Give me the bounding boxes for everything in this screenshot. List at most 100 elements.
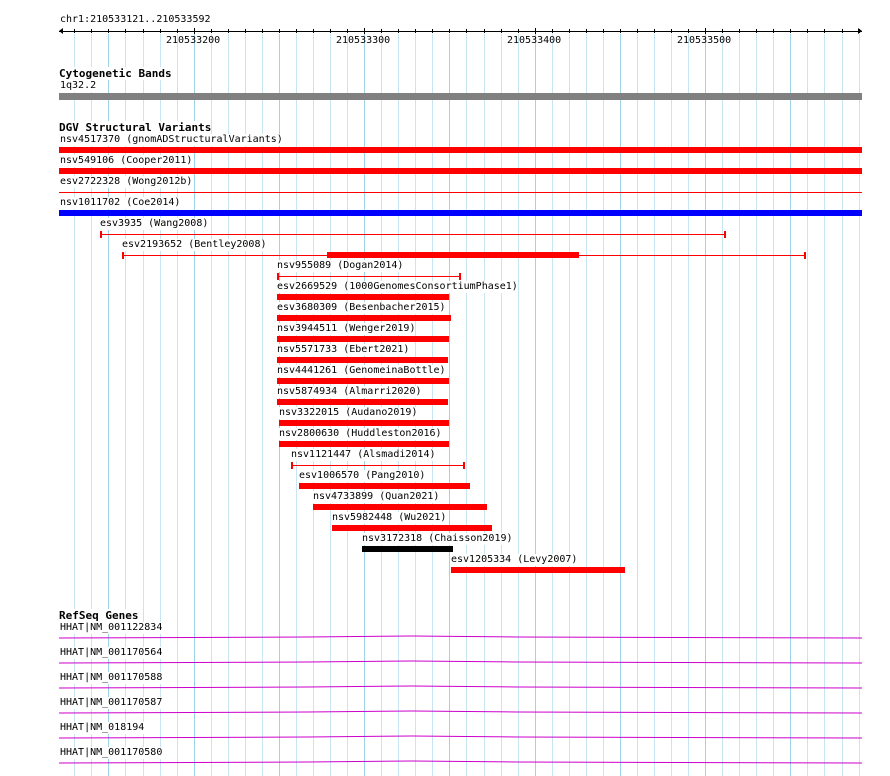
ruler-minor-tick [586,29,587,33]
ruler-minor-tick [125,29,126,33]
dgv-feature-bar[interactable] [277,378,449,384]
ruler-minor-tick [296,29,297,33]
dgv-feature-label: nsv4441261 (GenomeinaBottle) [277,365,446,377]
ruler-minor-tick [211,29,212,33]
ruler-minor-tick [177,29,178,33]
ruler-minor-tick [842,29,843,33]
dgv-feature-bar[interactable] [59,168,862,174]
dgv-feature-line[interactable] [291,465,465,466]
ruler-minor-tick [739,29,740,33]
ruler-minor-tick [347,29,348,33]
dgv-track-title: DGV Structural Variants [59,121,212,134]
dgv-feature-start-cap [122,252,124,259]
dgv-feature-end-cap [463,462,465,469]
dgv-feature-label: esv1006570 (Pang2010) [299,470,426,482]
ruler-minor-tick [620,29,621,33]
dgv-feature-label: nsv955089 (Dogan2014) [277,260,404,272]
ruler-minor-tick [859,29,860,33]
dgv-feature-bar[interactable] [451,567,625,573]
dgv-feature-bar[interactable] [332,525,492,531]
dgv-feature-label: esv2193652 (Bentley2008) [122,239,267,251]
dgv-feature-label: nsv5874934 (Almarri2020) [277,386,422,398]
refseq-gene-label: HHAT|NM_001122834 [60,622,163,634]
ruler-minor-tick [313,29,314,33]
ruler-minor-tick [552,29,553,33]
ruler-minor-tick [91,29,92,33]
dgv-feature-line[interactable] [277,276,461,277]
dgv-feature-label: nsv2800630 (Huddleston2016) [279,428,442,440]
refseq-gene-intron[interactable] [59,659,862,665]
ruler-minor-tick [143,29,144,33]
ruler-minor-tick [330,29,331,33]
dgv-feature-label: nsv549106 (Cooper2011) [60,155,193,167]
dgv-feature-bar[interactable] [279,420,449,426]
ruler-minor-tick [654,29,655,33]
dgv-feature-label: nsv3172318 (Chaisson2019) [362,533,513,545]
dgv-feature-bar[interactable] [277,336,449,342]
dgv-feature-bar[interactable] [313,504,487,510]
ruler-major-tick [364,28,365,34]
dgv-feature-end-cap [804,252,806,259]
refseq-gene-intron[interactable] [59,709,862,715]
dgv-feature-label: nsv5982448 (Wu2021) [332,512,447,524]
dgv-feature-end-cap [724,231,726,238]
ruler-minor-tick [228,29,229,33]
ruler-major-tick [535,28,536,34]
ruler-tick-label: 210533300 [336,35,391,46]
dgv-feature-start-cap [277,273,279,280]
dgv-feature-label: esv2669529 (1000GenomesConsortiumPhase1) [277,281,518,293]
ruler-minor-tick [262,29,263,33]
ruler-minor-tick [603,29,604,33]
ruler-minor-tick [279,29,280,33]
dgv-feature-end-cap [459,273,461,280]
dgv-feature-thick-segment[interactable] [327,252,579,258]
ruler-minor-tick [722,29,723,33]
dgv-feature-line[interactable] [100,234,726,235]
ruler-minor-tick [688,29,689,33]
cytoband-label: 1q32.2 [60,80,97,92]
ruler-minor-tick [671,29,672,33]
ruler-tick-label: 210533200 [166,35,221,46]
ruler-minor-tick [381,29,382,33]
ruler-minor-tick [415,29,416,33]
ruler-line [59,31,862,32]
dgv-feature-label: esv2722328 (Wong2012b) [60,176,193,188]
dgv-feature-bar[interactable] [277,357,448,363]
ruler-minor-tick [432,29,433,33]
ruler-minor-tick [484,29,485,33]
ruler-tick-label: 210533500 [677,35,732,46]
refseq-track-title: RefSeq Genes [59,609,139,622]
dgv-feature-bar[interactable] [59,147,862,153]
ruler-minor-tick [824,29,825,33]
dgv-feature-label: esv3935 (Wang2008) [100,218,209,230]
dgv-feature-bar[interactable] [277,399,448,405]
refseq-gene-intron[interactable] [59,684,862,690]
cytoband-bar[interactable] [59,93,862,100]
refseq-gene-intron[interactable] [59,734,862,740]
dgv-feature-label: esv1205334 (Levy2007) [451,554,578,566]
refseq-gene-label: HHAT|NM_001170580 [60,747,163,759]
refseq-gene-label: HHAT|NM_001170587 [60,697,163,709]
ruler-minor-tick [756,29,757,33]
dgv-feature-bar[interactable] [277,294,449,300]
dgv-feature-label: nsv1121447 (Alsmadi2014) [291,449,436,461]
dgv-feature-label: nsv5571733 (Ebert2021) [277,344,410,356]
dgv-feature-label: nsv3322015 (Audano2019) [279,407,418,419]
dgv-feature-bar[interactable] [362,546,453,552]
ruler-minor-tick [108,29,109,33]
dgv-feature-bar[interactable] [277,315,451,321]
dgv-feature-bar[interactable] [59,210,862,216]
refseq-gene-intron[interactable] [59,634,862,640]
dgv-feature-line[interactable] [59,192,862,193]
ruler-minor-tick [807,29,808,33]
ruler-minor-tick [501,29,502,33]
refseq-gene-intron[interactable] [59,759,862,765]
ruler-minor-tick [245,29,246,33]
dgv-feature-label: nsv4517370 (gnomADStructuralVariants) [60,134,283,146]
ruler-minor-tick [637,29,638,33]
dgv-feature-label: nsv4733899 (Quan2021) [313,491,440,503]
dgv-feature-bar[interactable] [299,483,470,489]
dgv-feature-bar[interactable] [279,441,449,447]
ruler-minor-tick [773,29,774,33]
dgv-feature-label: nsv1011702 (Coe2014) [60,197,181,209]
